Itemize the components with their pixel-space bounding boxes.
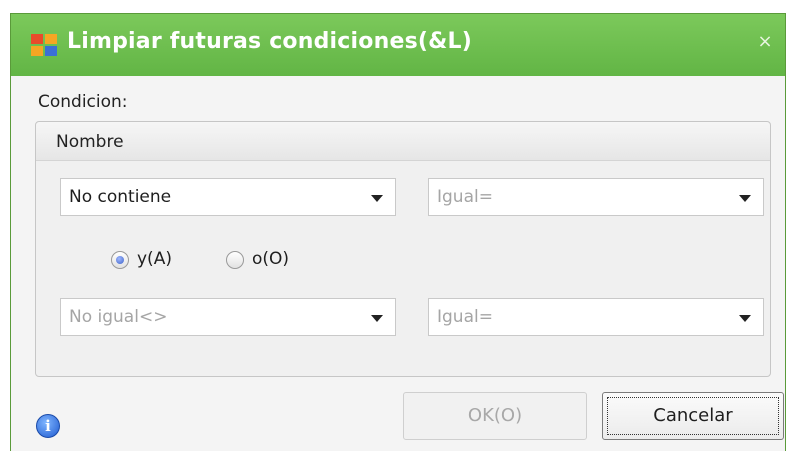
chevron-down-icon (739, 315, 751, 322)
value-select-2[interactable]: Igual= (428, 298, 764, 336)
window-title: Limpiar futuras condiciones(&L) (67, 29, 472, 54)
operator-select-2-value: No igual<> (69, 307, 168, 327)
value-select-1-value: Igual= (437, 187, 493, 207)
operator-select-1-value: No contiene (69, 187, 172, 207)
close-icon[interactable]: × (755, 32, 775, 52)
radio-and-indicator (111, 251, 129, 269)
value-select-1[interactable]: Igual= (428, 178, 764, 216)
operator-select-2[interactable]: No igual<> (60, 298, 396, 336)
dialog-window: Limpiar futuras condiciones(&L) × Condic… (10, 13, 786, 451)
chevron-down-icon (371, 195, 383, 202)
info-icon[interactable]: i (36, 414, 60, 438)
ok-button[interactable]: OK(O) (403, 392, 587, 440)
radio-or-indicator (226, 251, 244, 269)
name-condition-group: Nombre No contiene Igual= y(A) o(O) No i… (35, 121, 771, 377)
app-grid-icon (31, 34, 57, 56)
group-title: Nombre (56, 132, 124, 152)
cancel-button[interactable]: Cancelar (602, 392, 784, 440)
chevron-down-icon (739, 195, 751, 202)
operator-select-1[interactable]: No contiene (60, 178, 396, 216)
group-header: Nombre (36, 122, 770, 161)
value-select-2-value: Igual= (437, 307, 493, 327)
radio-or-label: o(O) (252, 249, 290, 269)
chevron-down-icon (371, 315, 383, 322)
focus-rect (607, 397, 779, 435)
condition-label: Condicion: (38, 92, 128, 112)
title-bar: Limpiar futuras condiciones(&L) × (11, 14, 785, 76)
radio-and-label: y(A) (137, 249, 172, 269)
